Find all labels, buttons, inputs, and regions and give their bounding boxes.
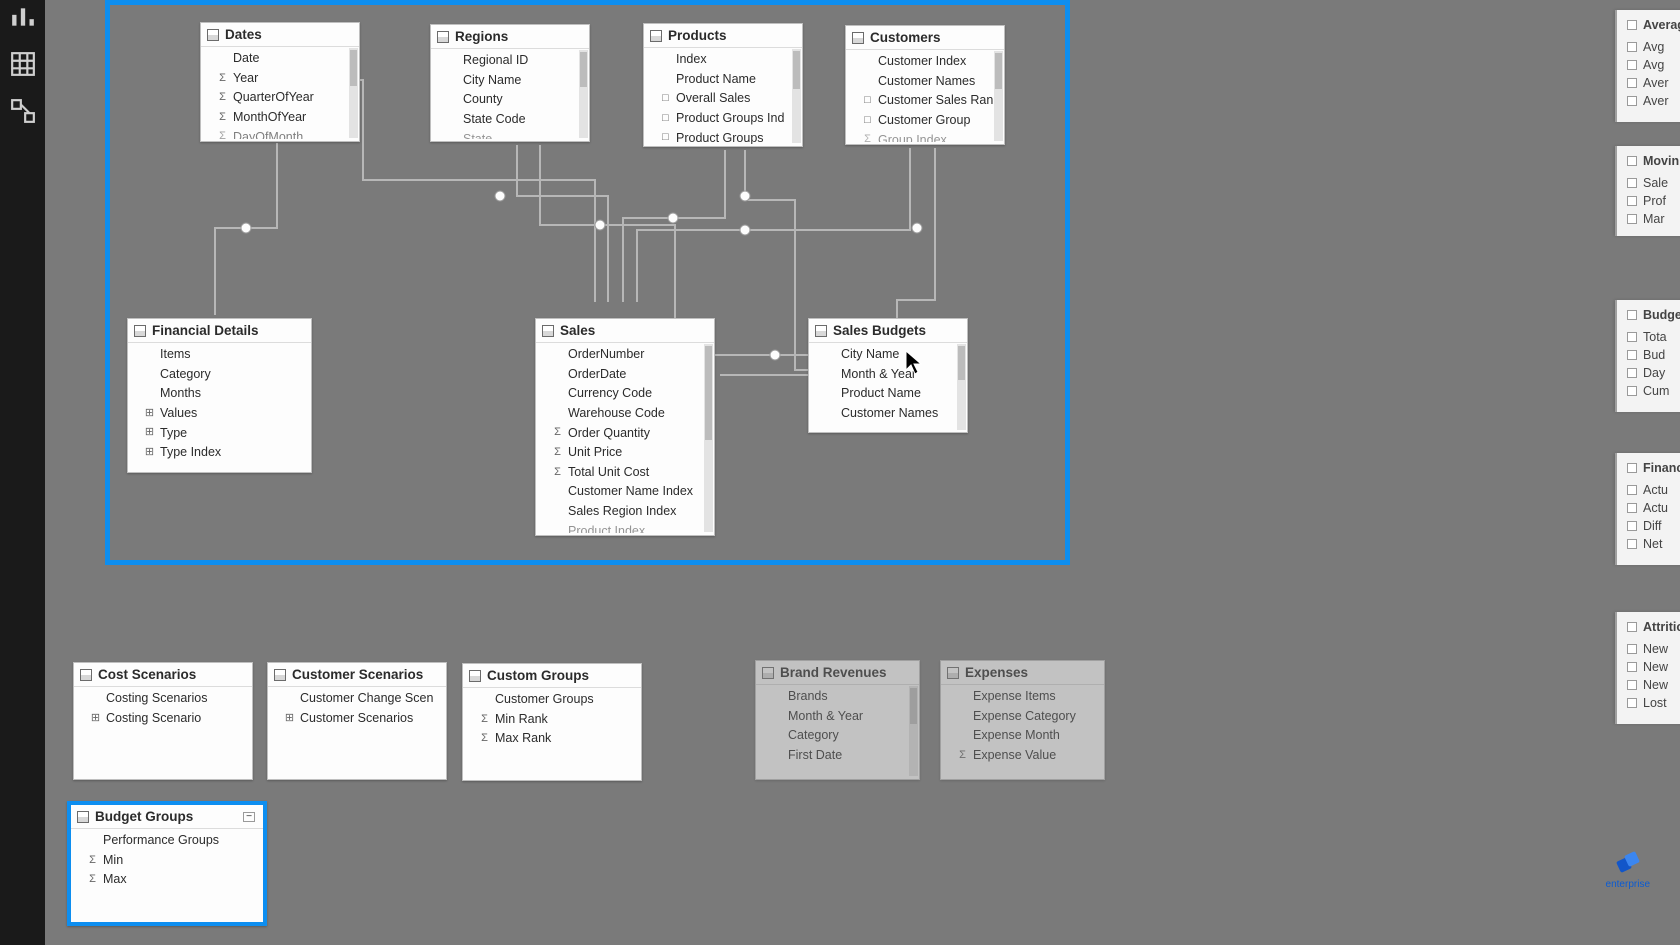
- panel-financials[interactable]: Financ Actu Actu Diff Net: [1615, 453, 1680, 565]
- table-icon: [947, 667, 959, 679]
- table-cost-scenarios[interactable]: Cost Scenarios Costing Scenarios ⊞Costin…: [73, 662, 253, 780]
- table-icon: [852, 32, 864, 44]
- table-sales[interactable]: Sales OrderNumber OrderDate Currency Cod…: [535, 318, 715, 536]
- hierarchy-icon: □: [660, 113, 671, 124]
- report-view-icon[interactable]: [10, 4, 36, 35]
- table-dates[interactable]: Dates Date ΣYear ΣQuarterOfYear ΣMonthOf…: [200, 22, 360, 142]
- model-canvas[interactable]: Dates Date ΣYear ΣQuarterOfYear ΣMonthOf…: [45, 0, 1680, 945]
- table-icon: [77, 811, 89, 823]
- table-financial-details[interactable]: Financial Details Items Category Months …: [127, 318, 312, 473]
- panel-budgets[interactable]: Budge Tota Bud Day Cum: [1615, 300, 1680, 412]
- table-title: Regions: [455, 29, 508, 44]
- table-icon: [134, 325, 146, 337]
- panel-averages[interactable]: Averag Avg Avg Aver Aver: [1615, 10, 1680, 122]
- data-view-icon[interactable]: [10, 51, 36, 82]
- table-icon: [469, 670, 481, 682]
- table-custom-groups[interactable]: Custom Groups Customer Groups ΣMin Rank …: [462, 663, 642, 781]
- left-sidebar: [0, 0, 45, 945]
- calculator-icon: ⊞: [144, 447, 155, 458]
- table-icon: [437, 31, 449, 43]
- sigma-icon: Σ: [862, 135, 873, 142]
- table-icon: [80, 669, 92, 681]
- table-icon: [650, 30, 662, 42]
- table-title: Custom Groups: [487, 668, 589, 683]
- hierarchy-icon: □: [862, 115, 873, 126]
- table-title: Brand Revenues: [780, 665, 887, 680]
- table-expenses[interactable]: Expenses Expense Items Expense Category …: [940, 660, 1105, 780]
- table-icon: [815, 325, 827, 337]
- sigma-icon: Σ: [217, 112, 228, 123]
- sigma-icon: Σ: [479, 714, 490, 725]
- hierarchy-icon: □: [862, 96, 873, 107]
- calculator-icon: ⊞: [284, 713, 295, 724]
- sigma-icon: Σ: [552, 447, 563, 458]
- sigma-icon: Σ: [87, 875, 98, 886]
- table-products[interactable]: Products Index Product Name □Overall Sal…: [643, 23, 803, 147]
- table-icon: [542, 325, 554, 337]
- table-title: Budget Groups: [95, 809, 193, 824]
- table-budget-groups[interactable]: Budget Groups − Performance Groups ΣMin …: [67, 801, 267, 926]
- table-title: Cost Scenarios: [98, 667, 196, 682]
- collapse-icon[interactable]: −: [243, 812, 255, 822]
- panel-moving[interactable]: Movin Sale Prof Mar: [1615, 146, 1680, 236]
- sigma-icon: Σ: [217, 73, 228, 84]
- hierarchy-icon: □: [660, 94, 671, 105]
- table-title: Sales Budgets: [833, 323, 926, 338]
- table-title: Customer Scenarios: [292, 667, 423, 682]
- table-title: Customers: [870, 30, 941, 45]
- calculator-icon: ⊞: [144, 408, 155, 419]
- table-customers[interactable]: Customers Customer Index Customer Names …: [845, 25, 1005, 145]
- table-icon: [207, 29, 219, 41]
- calculator-icon: ⊞: [90, 713, 101, 724]
- table-title: Financial Details: [152, 323, 259, 338]
- table-title: Sales: [560, 323, 595, 338]
- sigma-icon: Σ: [217, 93, 228, 104]
- sigma-icon: Σ: [552, 428, 563, 439]
- sigma-icon: Σ: [552, 467, 563, 478]
- table-title: Dates: [225, 27, 262, 42]
- calculator-icon: ⊞: [144, 428, 155, 439]
- hierarchy-icon: □: [660, 133, 671, 144]
- brand-logo: enterprise: [1606, 849, 1650, 890]
- model-view-icon[interactable]: [10, 98, 36, 129]
- table-brand-revenues[interactable]: Brand Revenues Brands Month & Year Categ…: [755, 660, 920, 780]
- sigma-icon: Σ: [479, 734, 490, 745]
- table-regions[interactable]: Regions Regional ID City Name County Sta…: [430, 24, 590, 142]
- sigma-icon: Σ: [957, 750, 968, 761]
- panel-attrition[interactable]: Attritio New New New Lost: [1615, 612, 1680, 724]
- table-title: Expenses: [965, 665, 1028, 680]
- table-customer-scenarios[interactable]: Customer Scenarios Customer Change Scen …: [267, 662, 447, 780]
- table-title: Products: [668, 28, 727, 43]
- table-icon: [274, 669, 286, 681]
- table-icon: [762, 667, 774, 679]
- sigma-icon: Σ: [87, 855, 98, 866]
- sigma-icon: Σ: [217, 132, 228, 139]
- table-sales-budgets[interactable]: Sales Budgets City Name Month & Year Pro…: [808, 318, 968, 433]
